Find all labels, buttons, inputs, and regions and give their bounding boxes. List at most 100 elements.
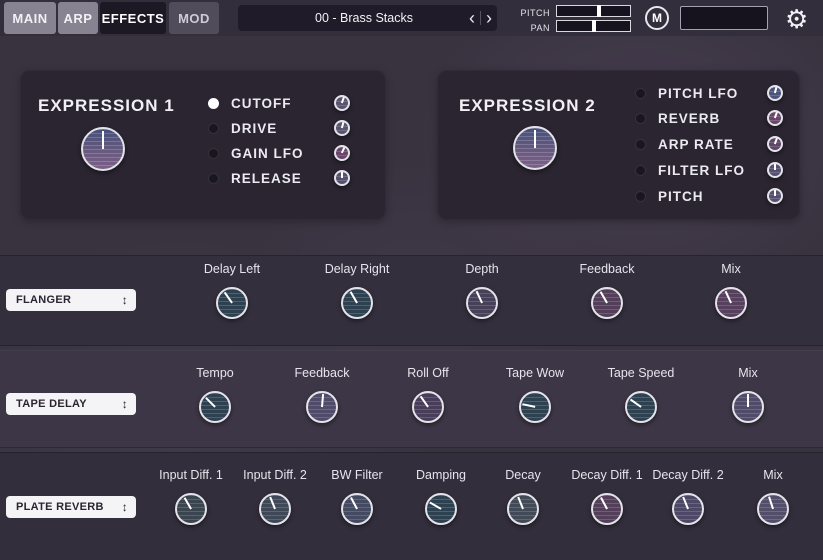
release-radio[interactable] [208, 173, 219, 184]
knob-cell-delay-left: Delay Left [188, 262, 276, 319]
input-diff-2-label: Input Diff. 2 [231, 468, 319, 482]
knob-cell-depth: Depth [438, 262, 526, 319]
expression2-title: EXPRESSION 2 [459, 96, 596, 116]
knob-needle [725, 291, 732, 304]
expression2-row-pitch-lfo: PITCH LFO [635, 82, 783, 104]
knob-cell-bw-filter: BW Filter [313, 468, 401, 525]
knob-needle [350, 291, 358, 303]
knob-needle [774, 138, 778, 144]
delay-left-knob[interactable] [216, 287, 248, 319]
plate-reverb-effect-select[interactable]: PLATE REVERB ↕ [6, 496, 136, 518]
pan-slider[interactable] [556, 20, 631, 32]
pitch-slider-handle[interactable] [597, 5, 601, 17]
depth-knob[interactable] [466, 287, 498, 319]
preset-next-icon[interactable]: › [481, 6, 497, 30]
tab-main[interactable]: MAIN [4, 2, 56, 34]
flanger-feedback-knob[interactable] [591, 287, 623, 319]
pitch-lfo-knob[interactable] [767, 85, 783, 101]
pitch-knob[interactable] [767, 188, 783, 204]
expression2-row-pitch: PITCH [635, 185, 783, 207]
depth-label: Depth [438, 262, 526, 276]
knob-needle [429, 502, 441, 510]
arp-rate-label: ARP RATE [658, 137, 767, 152]
plate-reverb-select-label: PLATE REVERB [16, 501, 104, 513]
tape-speed-knob[interactable] [625, 391, 657, 423]
pitch-radio[interactable] [635, 191, 646, 202]
gain-lfo-radio[interactable] [208, 148, 219, 159]
tape-mix-knob[interactable] [732, 391, 764, 423]
flanger-mix-knob[interactable] [715, 287, 747, 319]
bw-filter-knob[interactable] [341, 493, 373, 525]
top-bar: MAIN ARP EFFECTS MOD 00 - Brass Stacks ‹… [0, 0, 823, 36]
tape-delay-effect-select[interactable]: TAPE DELAY ↕ [6, 393, 136, 415]
delay-right-knob[interactable] [341, 287, 373, 319]
pitch-row-label: PITCH [658, 189, 767, 204]
decay-label: Decay [479, 468, 567, 482]
cutoff-radio[interactable] [208, 98, 219, 109]
settings-gear-icon[interactable]: ⚙ [785, 3, 808, 35]
reverb-knob[interactable] [767, 110, 783, 126]
tape-feedback-knob[interactable] [306, 391, 338, 423]
expression1-big-knob[interactable] [81, 127, 125, 171]
mono-button[interactable]: M [645, 6, 669, 30]
knob-needle [522, 403, 535, 408]
knob-cell-flanger-feedback: Feedback [563, 262, 651, 319]
tape-delay-select-label: TAPE DELAY [16, 398, 87, 410]
knob-needle [768, 496, 774, 509]
knob-needle [321, 394, 324, 407]
tab-mod[interactable]: MOD [169, 2, 219, 34]
drive-knob[interactable] [334, 120, 350, 136]
flanger-select-label: FLANGER [16, 294, 71, 306]
arp-rate-knob[interactable] [767, 136, 783, 152]
arp-rate-radio[interactable] [635, 139, 646, 150]
damping-knob[interactable] [425, 493, 457, 525]
decay-diff-1-knob[interactable] [591, 493, 623, 525]
expression1-panel: EXPRESSION 1 CUTOFF DRIVE GAIN LFO RELEA… [20, 70, 386, 220]
damping-label: Damping [397, 468, 485, 482]
expression2-big-knob[interactable] [513, 126, 557, 170]
decay-diff-2-knob[interactable] [672, 493, 704, 525]
expression1-row-release: RELEASE [208, 167, 350, 189]
knob-cell-tape-mix: Mix [704, 366, 792, 423]
input-diff-1-knob[interactable] [175, 493, 207, 525]
tempo-label: Tempo [171, 366, 259, 380]
pitch-lfo-radio[interactable] [635, 88, 646, 99]
reverb-mix-label: Mix [729, 468, 817, 482]
tab-effects[interactable]: EFFECTS [100, 2, 166, 34]
knob-needle [341, 172, 343, 178]
reverb-mix-knob[interactable] [757, 493, 789, 525]
roll-off-knob[interactable] [412, 391, 444, 423]
knob-cell-tempo: Tempo [171, 366, 259, 423]
tempo-knob[interactable] [199, 391, 231, 423]
filter-lfo-knob[interactable] [767, 162, 783, 178]
tab-arp[interactable]: ARP [58, 2, 98, 34]
reverb-radio[interactable] [635, 113, 646, 124]
knob-cell-damping: Damping [397, 468, 485, 525]
gain-lfo-knob[interactable] [334, 145, 350, 161]
drive-radio[interactable] [208, 123, 219, 134]
tape-speed-label: Tape Speed [597, 366, 685, 380]
bw-filter-label: BW Filter [313, 468, 401, 482]
filter-lfo-radio[interactable] [635, 165, 646, 176]
release-knob[interactable] [334, 170, 350, 186]
pitch-slider[interactable] [556, 5, 631, 17]
knob-needle [205, 397, 216, 408]
preset-prev-icon[interactable]: ‹ [464, 6, 480, 30]
delay-left-label: Delay Left [188, 262, 276, 276]
expression2-panel: EXPRESSION 2 PITCH LFO REVERB ARP RATE F… [437, 70, 800, 220]
flanger-effect-select[interactable]: FLANGER ↕ [6, 289, 136, 311]
knob-needle [600, 291, 608, 303]
pan-slider-handle[interactable] [592, 20, 596, 32]
knob-cell-tape-feedback: Feedback [278, 366, 366, 423]
preset-selector[interactable]: 00 - Brass Stacks ‹ › [238, 5, 497, 31]
cutoff-label: CUTOFF [231, 96, 334, 111]
knob-cell-delay-right: Delay Right [313, 262, 401, 319]
knob-needle [774, 190, 776, 196]
expression1-row-cutoff: CUTOFF [208, 92, 350, 114]
cutoff-knob[interactable] [334, 95, 350, 111]
flanger-mix-label: Mix [687, 262, 775, 276]
knob-needle [600, 497, 608, 509]
tape-wow-knob[interactable] [519, 391, 551, 423]
input-diff-2-knob[interactable] [259, 493, 291, 525]
decay-knob[interactable] [507, 493, 539, 525]
